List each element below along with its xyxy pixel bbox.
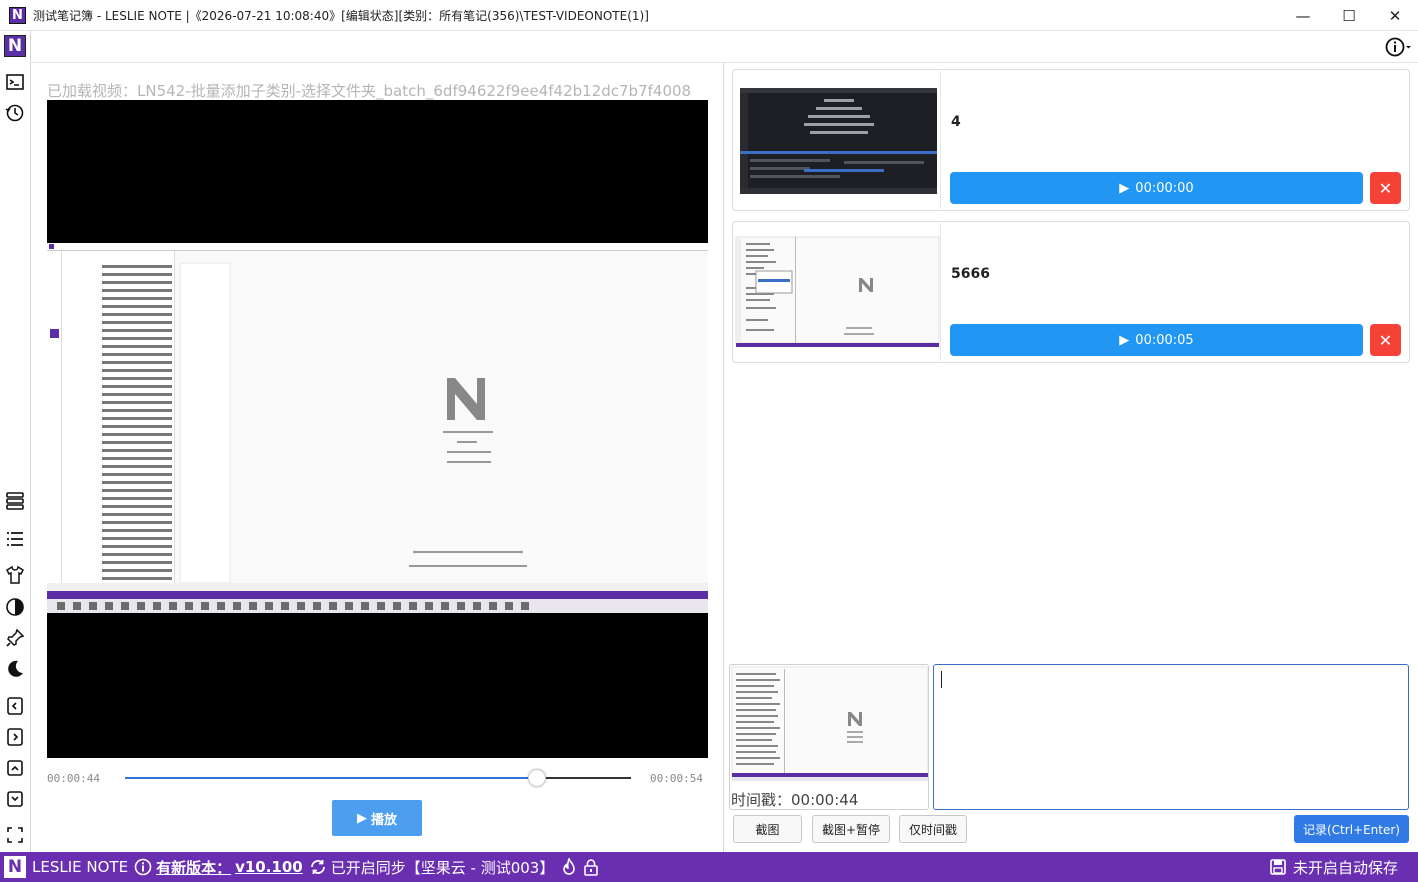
minimize-button[interactable]: — bbox=[1280, 0, 1326, 31]
toggle-top-icon[interactable] bbox=[4, 757, 26, 779]
loaded-video-label: 已加载视频：LN542-批量添加子类别-选择文件夹_batch_6df94622… bbox=[47, 82, 692, 100]
note-text: 5666 bbox=[951, 266, 990, 282]
maximize-button[interactable]: ☐ bbox=[1326, 0, 1372, 31]
current-time: 00:00:44 bbox=[47, 772, 100, 785]
note-thumbnail[interactable] bbox=[734, 71, 941, 209]
note-timestamp: 00:00:00 bbox=[1135, 180, 1194, 196]
info-menu-button[interactable] bbox=[1384, 36, 1414, 58]
jump-to-timestamp-button[interactable]: ▶ 00:00:05 bbox=[950, 324, 1363, 356]
text-caret bbox=[941, 671, 942, 688]
list-icon[interactable] bbox=[4, 528, 26, 550]
terminal-icon[interactable] bbox=[4, 71, 26, 93]
delete-note-button[interactable]: ✕ bbox=[1370, 172, 1401, 204]
note-card: 5666 ▶ 00:00:05 ✕ bbox=[732, 221, 1410, 363]
collapse-right-icon[interactable] bbox=[4, 726, 26, 748]
app-logo-icon: N bbox=[9, 6, 26, 24]
window-title: 测试笔记簿 - LESLIE NOTE |《2026-07-21 10:08:4… bbox=[33, 8, 649, 23]
autosave-text: 未开启自动保存 bbox=[1292, 858, 1398, 877]
top-toolbar bbox=[31, 31, 1418, 63]
close-button[interactable]: ✕ bbox=[1372, 0, 1418, 31]
play-button[interactable]: ▶ 播放 bbox=[332, 800, 422, 836]
status-logo-icon: N bbox=[4, 856, 26, 878]
sidebar: N bbox=[0, 31, 31, 852]
autosave-status[interactable]: 未开启自动保存 bbox=[1269, 852, 1398, 882]
save-icon bbox=[1270, 859, 1286, 875]
play-icon: ▶ bbox=[1119, 332, 1130, 348]
moon-icon[interactable] bbox=[4, 658, 26, 680]
note-thumbnail[interactable] bbox=[734, 223, 941, 361]
sync-status[interactable]: 已开启同步【坚果云 - 测试003】 bbox=[309, 857, 555, 878]
screenshot-pause-button[interactable]: 截图+暂停 bbox=[812, 815, 890, 843]
status-tools bbox=[560, 858, 600, 876]
delete-note-button[interactable]: ✕ bbox=[1370, 324, 1401, 356]
sync-text: 已开启同步【坚果云 - 测试003】 bbox=[330, 858, 555, 877]
note-card: 4 ▶ 00:00:00 ✕ bbox=[732, 69, 1410, 211]
video-frame bbox=[47, 243, 708, 613]
new-version-notice[interactable]: 有新版本： v10.100 bbox=[134, 857, 303, 878]
tshirt-theme-icon[interactable] bbox=[4, 564, 26, 586]
collapse-left-icon[interactable] bbox=[4, 695, 26, 717]
note-timestamp: 00:00:05 bbox=[1135, 332, 1194, 348]
play-icon: ▶ bbox=[1119, 180, 1130, 196]
screenshot-button[interactable]: 截图 bbox=[733, 815, 802, 843]
jump-to-timestamp-button[interactable]: ▶ 00:00:00 bbox=[950, 172, 1363, 204]
timestamp-only-button[interactable]: 仅时间戳 bbox=[899, 815, 967, 843]
toggle-bottom-icon[interactable] bbox=[4, 788, 26, 810]
seek-slider[interactable] bbox=[125, 768, 631, 790]
info-icon bbox=[134, 858, 152, 876]
total-time: 00:00:54 bbox=[650, 772, 703, 785]
play-icon: ▶ bbox=[356, 810, 367, 826]
history-icon[interactable] bbox=[4, 102, 26, 124]
video-player[interactable] bbox=[47, 100, 708, 758]
app-name: LESLIE NOTE bbox=[32, 858, 129, 876]
fullscreen-icon[interactable] bbox=[4, 824, 26, 846]
window-controls: — ☐ ✕ bbox=[1280, 0, 1418, 31]
title-bar: N 测试笔记簿 - LESLIE NOTE |《2026-07-21 10:08… bbox=[0, 0, 1418, 31]
info-icon bbox=[1385, 37, 1411, 57]
sidebar-logo-icon[interactable]: N bbox=[4, 35, 26, 57]
sync-icon bbox=[310, 860, 325, 874]
lock-icon[interactable] bbox=[582, 858, 600, 876]
status-bar: N LESLIE NOTE 有新版本： v10.100 已开启同步【坚果云 - 测… bbox=[0, 852, 1418, 882]
note-text: 4 bbox=[951, 114, 961, 130]
note-input[interactable] bbox=[933, 664, 1409, 810]
new-version-label: 有新版本： bbox=[156, 858, 232, 877]
video-panel: 已加载视频：LN542-批量添加子类别-选择文件夹_batch_6df94622… bbox=[31, 63, 723, 852]
capture-timestamp: 时间戳：00:00:44 bbox=[731, 791, 859, 809]
contrast-icon[interactable] bbox=[4, 596, 26, 618]
flame-icon[interactable] bbox=[560, 858, 578, 876]
pin-icon[interactable] bbox=[4, 627, 26, 649]
notes-panel: 4 ▶ 00:00:00 ✕ 5666 ▶ 00:00:05 ✕ 时间戳：00:… bbox=[724, 63, 1418, 852]
play-label: 播放 bbox=[370, 812, 397, 828]
layout-icon[interactable] bbox=[4, 490, 26, 512]
seek-thumb[interactable] bbox=[528, 769, 546, 787]
seek-fill bbox=[125, 777, 537, 779]
record-button[interactable]: 记录(Ctrl+Enter) bbox=[1294, 815, 1409, 843]
new-version-value: v10.100 bbox=[235, 858, 303, 876]
